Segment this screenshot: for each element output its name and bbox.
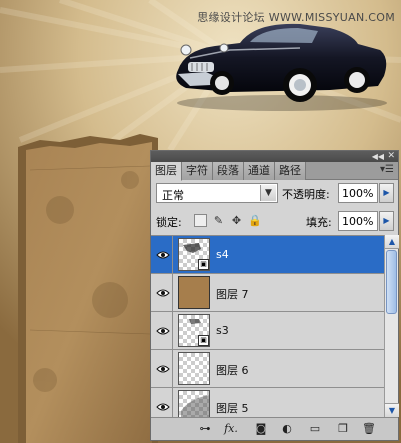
- layers-list: ▣ s4 图层 7 ▣ s3 图层 6 图层 5: [151, 235, 384, 417]
- layer-thumbnail: [178, 352, 210, 385]
- lock-row: 锁定: ✎ ✥ 🔒 填充: 100% ▶: [156, 211, 394, 231]
- layers-scrollbar[interactable]: ▲ ▼: [384, 235, 399, 417]
- fill-label: 填充:: [306, 216, 332, 229]
- lock-label: 锁定:: [156, 216, 182, 229]
- visibility-eye-icon[interactable]: [153, 236, 173, 274]
- layer-name: s3: [216, 324, 229, 337]
- tab-character[interactable]: 字符: [182, 162, 213, 180]
- chevron-down-icon[interactable]: ▼: [260, 185, 276, 201]
- blend-mode-select[interactable]: 正常 ▼: [156, 183, 278, 203]
- new-layer-icon[interactable]: ❐: [335, 422, 351, 436]
- visibility-eye-icon[interactable]: [153, 388, 173, 417]
- layer-name: s4: [216, 248, 229, 261]
- lock-transparency-icon[interactable]: [194, 214, 207, 227]
- tab-layers[interactable]: 图层: [151, 162, 182, 181]
- layer-name: 图层 5: [216, 402, 249, 415]
- layer-row[interactable]: ▣ s4: [151, 236, 384, 274]
- layer-row[interactable]: 图层 6: [151, 350, 384, 388]
- watermark-text: 思缘设计论坛 WWW.MISSYUAN.COM: [197, 11, 395, 24]
- link-icon[interactable]: ⊶: [197, 422, 213, 436]
- scroll-down-icon[interactable]: ▼: [385, 403, 399, 417]
- close-icon[interactable]: ✕: [387, 151, 395, 162]
- panel-footer: ⊶ fx. ◙ ◐ ▭ ❐ 🗑: [151, 417, 398, 440]
- layer-row[interactable]: ▣ s3: [151, 312, 384, 350]
- lock-all-icon[interactable]: 🔒: [248, 214, 262, 227]
- lock-position-icon[interactable]: ✥: [230, 214, 243, 227]
- tab-paragraph[interactable]: 段落: [213, 162, 244, 180]
- collapse-icon[interactable]: ◀◀: [372, 151, 384, 162]
- blend-mode-value: 正常: [162, 189, 184, 202]
- visibility-eye-icon[interactable]: [153, 312, 173, 350]
- layers-panel: ◀◀ ✕ 图层 字符 段落 通道 路径 ▾☰ 正常 ▼ 不透明度: 100% ▶…: [150, 150, 399, 441]
- layer-thumbnail: ▣: [178, 238, 210, 271]
- smart-object-icon: ▣: [198, 335, 209, 346]
- mask-icon[interactable]: ◙: [253, 422, 269, 436]
- opacity-input[interactable]: 100%: [338, 183, 378, 203]
- layer-name: 图层 6: [216, 364, 249, 377]
- fx-icon[interactable]: fx.: [223, 422, 239, 436]
- layer-row[interactable]: 图层 5: [151, 388, 384, 417]
- opacity-slider-arrow-icon[interactable]: ▶: [379, 183, 394, 203]
- panel-menu-icon[interactable]: ▾☰: [380, 164, 394, 175]
- visibility-eye-icon[interactable]: [153, 274, 173, 312]
- blend-row: 正常 ▼ 不透明度: 100% ▶: [156, 183, 394, 203]
- tab-channels[interactable]: 通道: [244, 162, 275, 180]
- fill-input[interactable]: 100%: [338, 211, 378, 231]
- group-folder-icon[interactable]: ▭: [307, 422, 323, 436]
- tab-paths[interactable]: 路径: [275, 162, 306, 180]
- layer-thumbnail: [178, 276, 210, 309]
- scroll-up-icon[interactable]: ▲: [385, 235, 399, 249]
- panel-tab-bar: 图层 字符 段落 通道 路径 ▾☰: [151, 162, 398, 181]
- smart-object-icon: ▣: [198, 259, 209, 270]
- trash-icon[interactable]: 🗑: [361, 422, 377, 436]
- layer-name: 图层 7: [216, 288, 249, 301]
- layer-row[interactable]: 图层 7: [151, 274, 384, 312]
- layer-thumbnail: ▣: [178, 314, 210, 347]
- lock-brush-icon[interactable]: ✎: [212, 214, 225, 227]
- scroll-thumb[interactable]: [386, 250, 397, 314]
- fill-slider-arrow-icon[interactable]: ▶: [379, 211, 394, 231]
- opacity-label: 不透明度:: [282, 188, 330, 201]
- panel-title-bar[interactable]: ◀◀ ✕: [151, 151, 398, 162]
- layer-thumbnail: [178, 390, 210, 417]
- visibility-eye-icon[interactable]: [153, 350, 173, 388]
- adjustment-icon[interactable]: ◐: [279, 422, 295, 436]
